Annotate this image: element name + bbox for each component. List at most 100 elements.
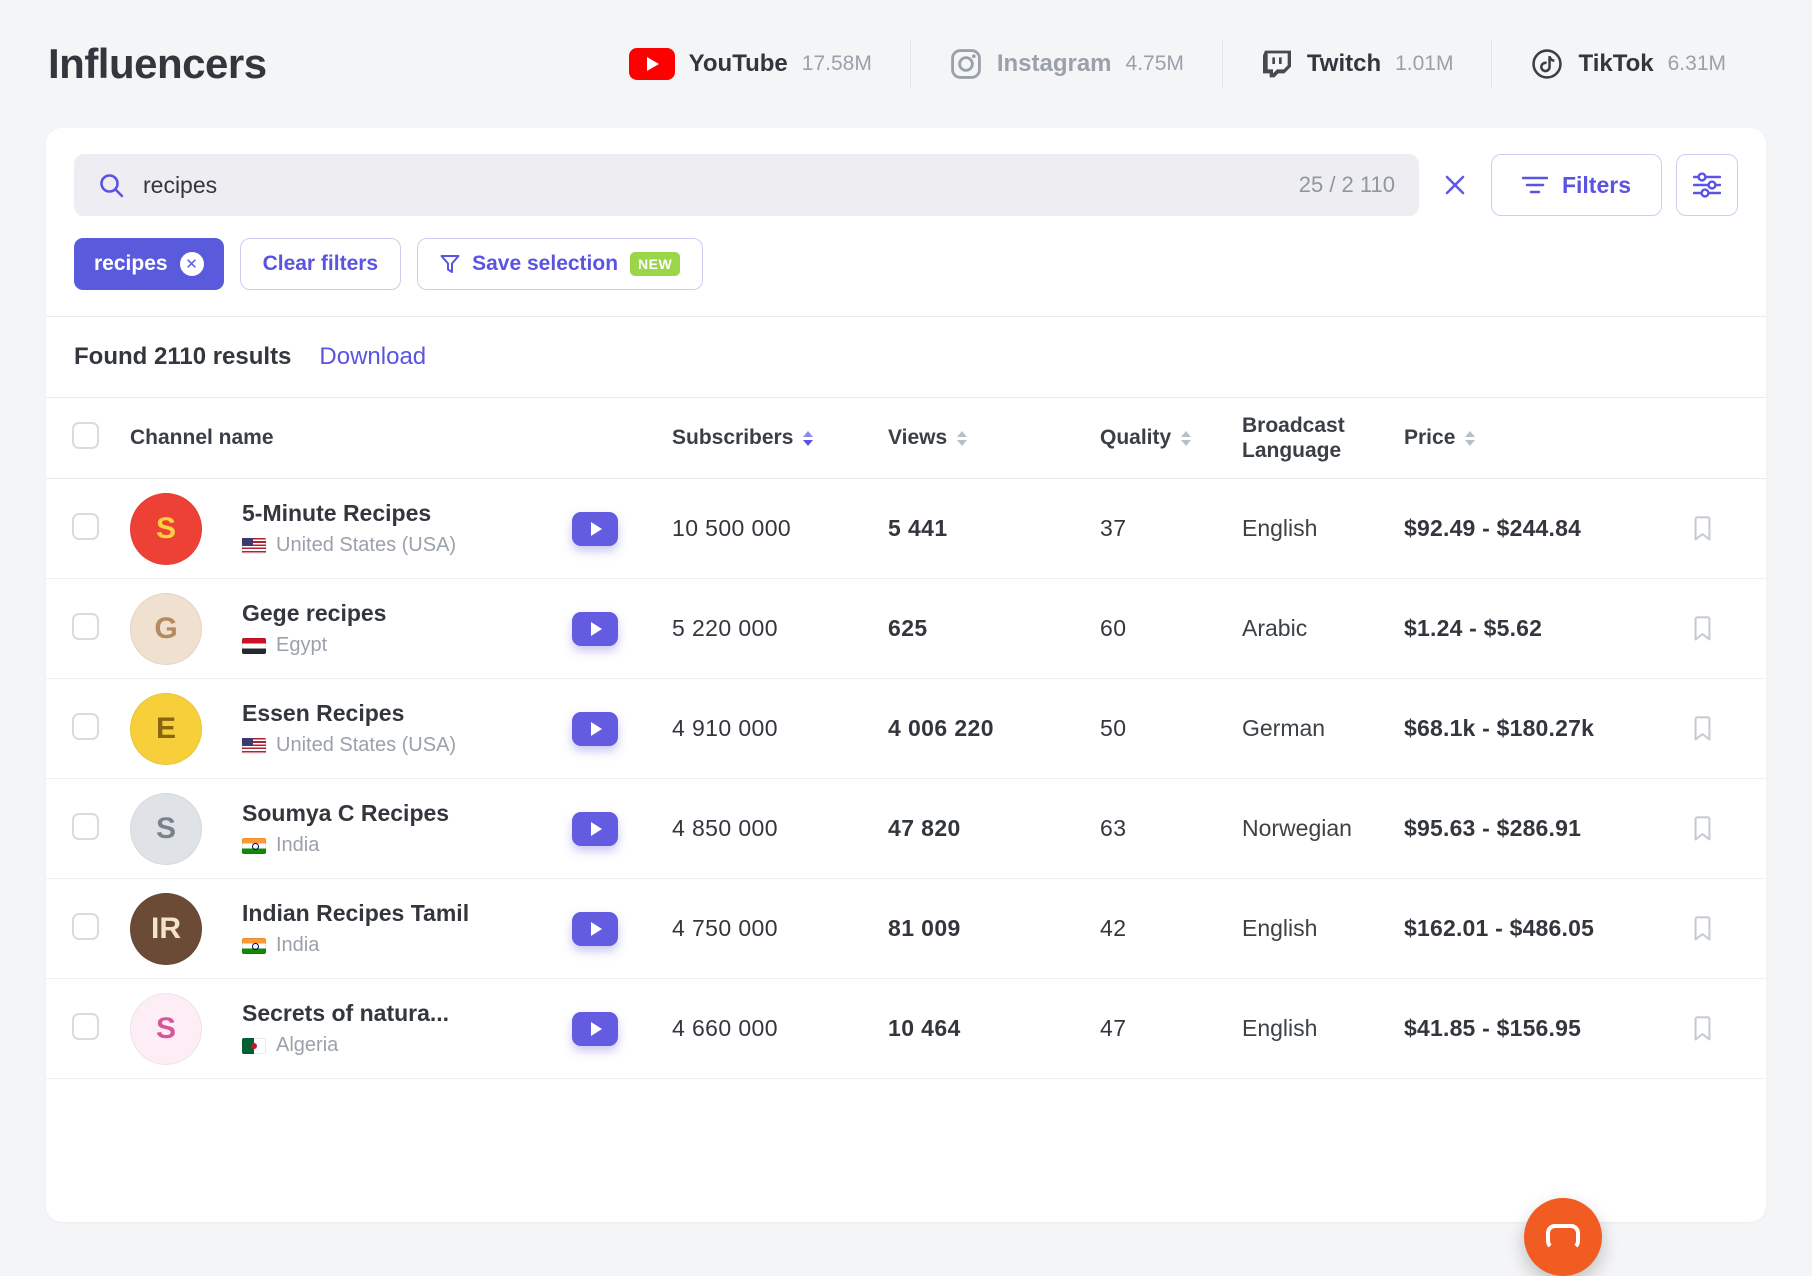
language-value: Norwegian bbox=[1242, 815, 1352, 841]
bookmark-icon bbox=[1694, 815, 1711, 840]
clear-filters-button[interactable]: Clear filters bbox=[239, 238, 402, 290]
filter-lines-icon bbox=[1521, 174, 1548, 196]
views-value: 47 820 bbox=[888, 815, 961, 841]
platform-tab-twitch[interactable]: Twitch 1.01M bbox=[1221, 40, 1492, 88]
subscribers-value: 5 220 000 bbox=[672, 615, 778, 641]
channel-country: Algeria bbox=[242, 1034, 572, 1057]
subscribers-value: 4 910 000 bbox=[672, 715, 778, 741]
channel-avatar: S bbox=[130, 792, 202, 865]
chat-widget-button[interactable] bbox=[1524, 1198, 1602, 1276]
language-value: German bbox=[1242, 715, 1326, 741]
bookmark-button[interactable] bbox=[1692, 815, 1713, 842]
download-link[interactable]: Download bbox=[319, 343, 426, 371]
close-icon bbox=[1442, 172, 1468, 198]
column-header-subscribers[interactable]: Subscribers bbox=[672, 426, 888, 450]
price-value: $162.01 - $486.05 bbox=[1404, 915, 1595, 941]
subscribers-value: 4 660 000 bbox=[672, 1015, 778, 1041]
table-row[interactable]: S 5-Minute Recipes United States (USA) 1… bbox=[46, 479, 1766, 579]
youtube-play-button[interactable] bbox=[572, 611, 618, 646]
bookmark-button[interactable] bbox=[1692, 615, 1713, 642]
save-selection-button[interactable]: Save selection NEW bbox=[417, 238, 704, 290]
platform-count: 17.58M bbox=[801, 52, 872, 75]
column-header-quality[interactable]: Quality bbox=[1100, 426, 1242, 450]
channel-name[interactable]: Soumya C Recipes bbox=[242, 800, 572, 827]
youtube-play-button[interactable] bbox=[572, 1011, 618, 1046]
channel-name[interactable]: 5-Minute Recipes bbox=[242, 500, 572, 527]
views-value: 625 bbox=[888, 615, 928, 641]
results-summary: Found 2110 results bbox=[74, 343, 292, 370]
channel-name[interactable]: Secrets of natura... bbox=[242, 1000, 572, 1027]
channel-avatar: S bbox=[130, 492, 202, 565]
remove-filter-icon[interactable]: ✕ bbox=[179, 252, 204, 276]
quality-value: 42 bbox=[1100, 915, 1127, 941]
channel-name[interactable]: Essen Recipes bbox=[242, 700, 572, 727]
column-header-channel: Channel name bbox=[130, 426, 274, 449]
bookmark-button[interactable] bbox=[1692, 715, 1713, 742]
column-settings-button[interactable] bbox=[1676, 154, 1738, 216]
platform-name: Twitch bbox=[1306, 50, 1382, 77]
filter-chip-recipes[interactable]: recipes ✕ bbox=[74, 238, 224, 290]
platform-tab-instagram[interactable]: Instagram 4.75M bbox=[909, 39, 1222, 89]
platform-count: 6.31M bbox=[1667, 52, 1726, 75]
column-header-language: Broadcast Language bbox=[1242, 413, 1345, 462]
table-row[interactable]: S Secrets of natura... Algeria 4 660 000… bbox=[46, 979, 1766, 1079]
row-checkbox[interactable] bbox=[72, 1012, 99, 1040]
platform-count: 1.01M bbox=[1395, 52, 1454, 75]
search-icon bbox=[98, 172, 125, 199]
price-value: $95.63 - $286.91 bbox=[1404, 815, 1582, 841]
channel-country: United States (USA) bbox=[242, 534, 572, 557]
bookmark-button[interactable] bbox=[1692, 915, 1713, 942]
bookmark-button[interactable] bbox=[1692, 1015, 1713, 1042]
channel-name[interactable]: Gege recipes bbox=[242, 600, 572, 627]
price-value: $41.85 - $156.95 bbox=[1404, 1015, 1582, 1041]
subscribers-value: 10 500 000 bbox=[672, 515, 792, 541]
youtube-play-button[interactable] bbox=[572, 711, 618, 746]
bookmark-icon bbox=[1694, 615, 1711, 640]
youtube-icon bbox=[628, 48, 675, 80]
clear-filters-label: Clear filters bbox=[262, 252, 379, 275]
save-selection-label: Save selection bbox=[472, 252, 619, 275]
youtube-play-button[interactable] bbox=[572, 811, 618, 846]
bookmark-button[interactable] bbox=[1692, 515, 1713, 542]
platform-name: TikTok bbox=[1578, 50, 1654, 77]
row-checkbox[interactable] bbox=[72, 812, 99, 840]
tiktok-icon bbox=[1530, 47, 1564, 81]
platform-tab-tiktok[interactable]: TikTok 6.31M bbox=[1491, 39, 1764, 89]
youtube-play-button[interactable] bbox=[572, 911, 618, 946]
row-checkbox[interactable] bbox=[72, 912, 99, 940]
clear-search-button[interactable] bbox=[1433, 163, 1477, 207]
table-row[interactable]: E Essen Recipes United States (USA) 4 91… bbox=[46, 679, 1766, 779]
sliders-icon bbox=[1693, 172, 1721, 198]
select-all-checkbox[interactable] bbox=[72, 422, 99, 449]
table-row[interactable]: G Gege recipes Egypt 5 220 000 625 60 Ar… bbox=[46, 579, 1766, 679]
search-input[interactable] bbox=[143, 171, 1281, 199]
channel-name[interactable]: Indian Recipes Tamil bbox=[242, 900, 572, 927]
table-row[interactable]: S Soumya C Recipes India 4 850 000 47 82… bbox=[46, 779, 1766, 879]
language-value: English bbox=[1242, 515, 1318, 541]
price-value: $92.49 - $244.84 bbox=[1404, 515, 1582, 541]
language-value: English bbox=[1242, 1015, 1318, 1041]
column-header-views[interactable]: Views bbox=[888, 426, 1100, 450]
row-checkbox[interactable] bbox=[72, 612, 99, 640]
search-result-counter: 25 / 2 110 bbox=[1298, 172, 1395, 197]
country-flag-icon bbox=[242, 737, 266, 754]
platform-tab-youtube[interactable]: YouTube 17.58M bbox=[591, 40, 910, 88]
search-row: 25 / 2 110 Filters bbox=[46, 128, 1766, 216]
subscribers-value: 4 850 000 bbox=[672, 815, 778, 841]
row-checkbox[interactable] bbox=[72, 712, 99, 740]
quality-value: 47 bbox=[1100, 1015, 1127, 1041]
country-flag-icon bbox=[242, 837, 266, 854]
search-box[interactable]: 25 / 2 110 bbox=[74, 154, 1419, 216]
youtube-play-button[interactable] bbox=[572, 511, 618, 546]
top-bar: Influencers YouTube 17.58M Instagram 4.7… bbox=[0, 0, 1812, 128]
row-checkbox[interactable] bbox=[72, 512, 99, 540]
twitch-icon bbox=[1261, 48, 1293, 80]
country-flag-icon bbox=[242, 637, 266, 654]
filters-button[interactable]: Filters bbox=[1490, 154, 1662, 216]
column-header-price[interactable]: Price bbox=[1404, 426, 1692, 450]
funnel-icon bbox=[440, 254, 460, 274]
sort-icon bbox=[803, 430, 814, 446]
platform-name: Instagram bbox=[996, 50, 1112, 77]
table-row[interactable]: IR Indian Recipes Tamil India 4 750 000 … bbox=[46, 879, 1766, 979]
language-value: Arabic bbox=[1242, 615, 1308, 641]
